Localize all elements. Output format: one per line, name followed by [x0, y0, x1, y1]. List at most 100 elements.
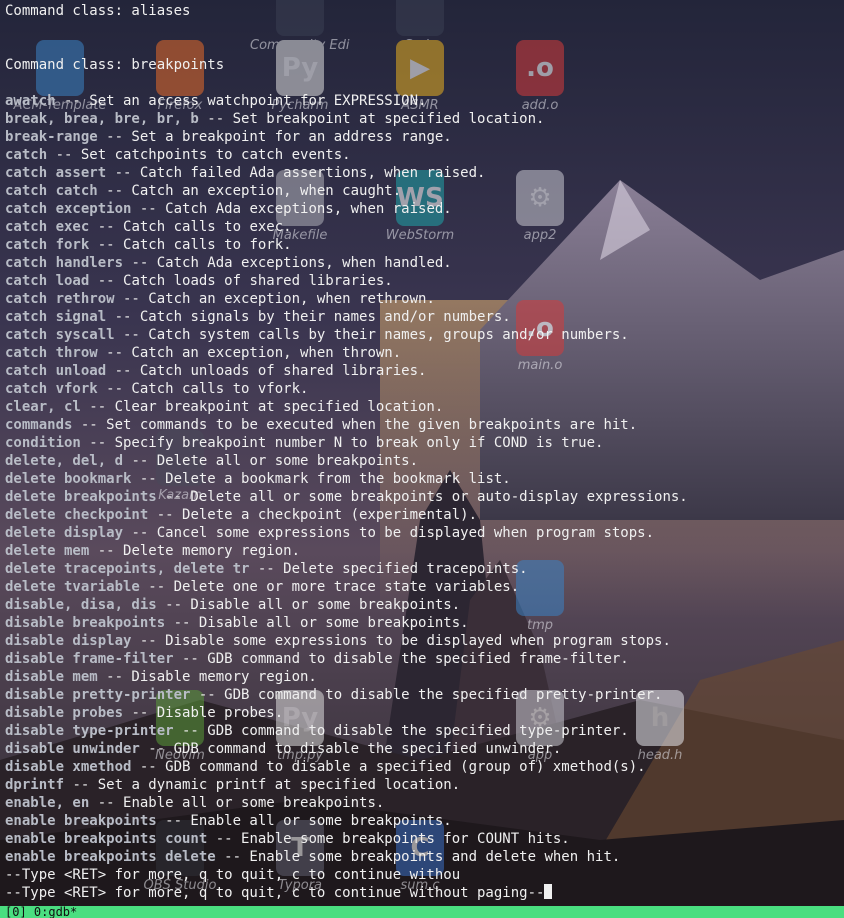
terminal-line: delete breakpoints -- Delete all or some…	[5, 488, 844, 506]
terminal-line: catch assert -- Catch failed Ada asserti…	[5, 164, 844, 182]
command-name: enable breakpoints	[5, 813, 157, 829]
command-name: catch exception	[5, 201, 132, 217]
terminal-line: dprintf -- Set a dynamic printf at speci…	[5, 776, 844, 794]
tmux-status-bar: [0] 0:gdb*	[0, 906, 844, 918]
command-name: condition	[5, 435, 81, 451]
terminal-line: clear, cl -- Clear breakpoint at specifi…	[5, 398, 844, 416]
command-name: delete display	[5, 525, 124, 541]
command-name: delete tracepoints, delete tr	[5, 561, 250, 577]
terminal-line: catch throw -- Catch an exception, when …	[5, 344, 844, 362]
command-name: delete, del, d	[5, 453, 124, 469]
command-name: disable type-printer	[5, 723, 174, 739]
command-name: enable, en	[5, 795, 90, 811]
terminal-line: delete bookmark -- Delete a bookmark fro…	[5, 470, 844, 488]
command-description: -- Catch calls to fork.	[89, 237, 292, 253]
command-description: -- GDB command to disable the specified …	[190, 687, 663, 703]
command-description: -- Set an access watchpoint for EXPRESSI…	[55, 93, 427, 109]
command-description: -- Catch calls to exec.	[89, 219, 292, 235]
command-description: -- Enable all or some breakpoints.	[89, 795, 385, 811]
terminal-line: disable mem -- Disable memory region.	[5, 668, 844, 686]
terminal-line: disable breakpoints -- Disable all or so…	[5, 614, 844, 632]
terminal-line: catch fork -- Catch calls to fork.	[5, 236, 844, 254]
terminal-line: catch exec -- Catch calls to exec.	[5, 218, 844, 236]
terminal-line: catch signal -- Catch signals by their n…	[5, 308, 844, 326]
command-name: disable breakpoints	[5, 615, 166, 631]
command-description: -- Delete memory region.	[89, 543, 301, 559]
command-description: -- Clear breakpoint at specified locatio…	[80, 399, 444, 415]
command-name: disable xmethod	[5, 759, 132, 775]
terminal-line: enable breakpoints -- Enable all or some…	[5, 812, 844, 830]
command-description: -- Catch failed Ada assertions, when rai…	[106, 165, 486, 181]
terminal-line: --Type <RET> for more, q to quit, c to c…	[5, 866, 844, 884]
command-description: -- Delete one or more trace state variab…	[139, 579, 520, 595]
terminal-line: disable pretty-printer -- GDB command to…	[5, 686, 844, 704]
terminal-line: catch load -- Catch loads of shared libr…	[5, 272, 844, 290]
command-name: catch load	[5, 273, 90, 289]
command-name: disable pretty-printer	[5, 687, 191, 703]
command-description: -- Catch an exception, when thrown.	[97, 345, 402, 361]
terminal-line: catch exception -- Catch Ada exceptions,…	[5, 200, 844, 218]
command-description: -- Catch calls to vfork.	[97, 381, 309, 397]
command-name: enable breakpoints delete	[5, 849, 216, 865]
command-name: delete tvariable	[5, 579, 140, 595]
terminal-output[interactable]: Command class: aliases Command class: bre…	[0, 0, 844, 906]
command-description: -- GDB command to disable the specified …	[139, 741, 562, 757]
terminal-line: disable, disa, dis -- Disable all or som…	[5, 596, 844, 614]
command-description: -- Disable some expressions to be displa…	[131, 633, 671, 649]
terminal-line: catch unload -- Catch unloads of shared …	[5, 362, 844, 380]
command-name: disable mem	[5, 669, 98, 685]
command-name: enable breakpoints count	[5, 831, 208, 847]
command-name: catch catch	[5, 183, 98, 199]
pager-prompt-line[interactable]: --Type <RET> for more, q to quit, c to c…	[5, 884, 844, 902]
terminal-line: disable frame-filter -- GDB command to d…	[5, 650, 844, 668]
command-description: -- Catch an exception, when rethrown.	[114, 291, 435, 307]
terminal-line: condition -- Specify breakpoint number N…	[5, 434, 844, 452]
terminal-line: awatch -- Set an access watchpoint for E…	[5, 92, 844, 110]
command-description: -- Set breakpoint at specified location.	[198, 111, 545, 127]
command-name: disable probes	[5, 705, 124, 721]
command-description: -- Cancel some expressions to be display…	[123, 525, 655, 541]
terminal-line: disable type-printer -- GDB command to d…	[5, 722, 844, 740]
command-name: delete bookmark	[5, 471, 132, 487]
command-name: catch signal	[5, 309, 107, 325]
command-name: catch vfork	[5, 381, 98, 397]
command-description: --Type <RET> for more, q to quit, c to c…	[5, 867, 461, 883]
command-description: -- Set catchpoints to catch events.	[47, 147, 351, 163]
terminal-line: delete display -- Cancel some expression…	[5, 524, 844, 542]
command-name: delete checkpoint	[5, 507, 149, 523]
command-name: catch syscall	[5, 327, 115, 343]
command-description: -- Catch unloads of shared libraries.	[106, 363, 427, 379]
command-name: disable, disa, dis	[5, 597, 157, 613]
command-name: delete mem	[5, 543, 90, 559]
command-name: break, brea, bre, br, b	[5, 111, 199, 127]
terminal-line: disable unwinder -- GDB command to disab…	[5, 740, 844, 758]
command-description: -- Disable memory region.	[97, 669, 317, 685]
command-description: -- Catch an exception, when caught.	[97, 183, 402, 199]
command-name: dprintf	[5, 777, 65, 793]
command-description: -- Catch Ada exceptions, when handled.	[123, 255, 452, 271]
command-description: -- Specify breakpoint number N to break …	[80, 435, 604, 451]
command-description: -- Catch signals by their names and/or n…	[106, 309, 511, 325]
command-description: Command class: breakpoints	[5, 57, 225, 73]
command-name: delete breakpoints	[5, 489, 157, 505]
command-description: -- Disable probes.	[123, 705, 284, 721]
terminal-line: enable breakpoints delete -- Enable some…	[5, 848, 844, 866]
terminal-line: catch catch -- Catch an exception, when …	[5, 182, 844, 200]
terminal-line: break, brea, bre, br, b -- Set breakpoin…	[5, 110, 844, 128]
command-description: Command class: aliases	[5, 3, 191, 19]
command-description: -- Catch Ada exceptions, when raised.	[131, 201, 452, 217]
command-name: commands	[5, 417, 73, 433]
command-name: catch unload	[5, 363, 107, 379]
command-description: -- Enable all or some breakpoints.	[156, 813, 452, 829]
terminal-line: commands -- Set commands to be executed …	[5, 416, 844, 434]
terminal-line: catch handlers -- Catch Ada exceptions, …	[5, 254, 844, 272]
terminal-line: disable display -- Disable some expressi…	[5, 632, 844, 650]
command-description: -- Delete a checkpoint (experimental).	[148, 507, 478, 523]
command-description: -- Delete all or some breakpoints or aut…	[156, 489, 688, 505]
terminal-line: delete mem -- Delete memory region.	[5, 542, 844, 560]
terminal-line: disable xmethod -- GDB command to disabl…	[5, 758, 844, 776]
terminal-line: enable, en -- Enable all or some breakpo…	[5, 794, 844, 812]
command-description: -- Catch system calls by their names, gr…	[114, 327, 629, 343]
